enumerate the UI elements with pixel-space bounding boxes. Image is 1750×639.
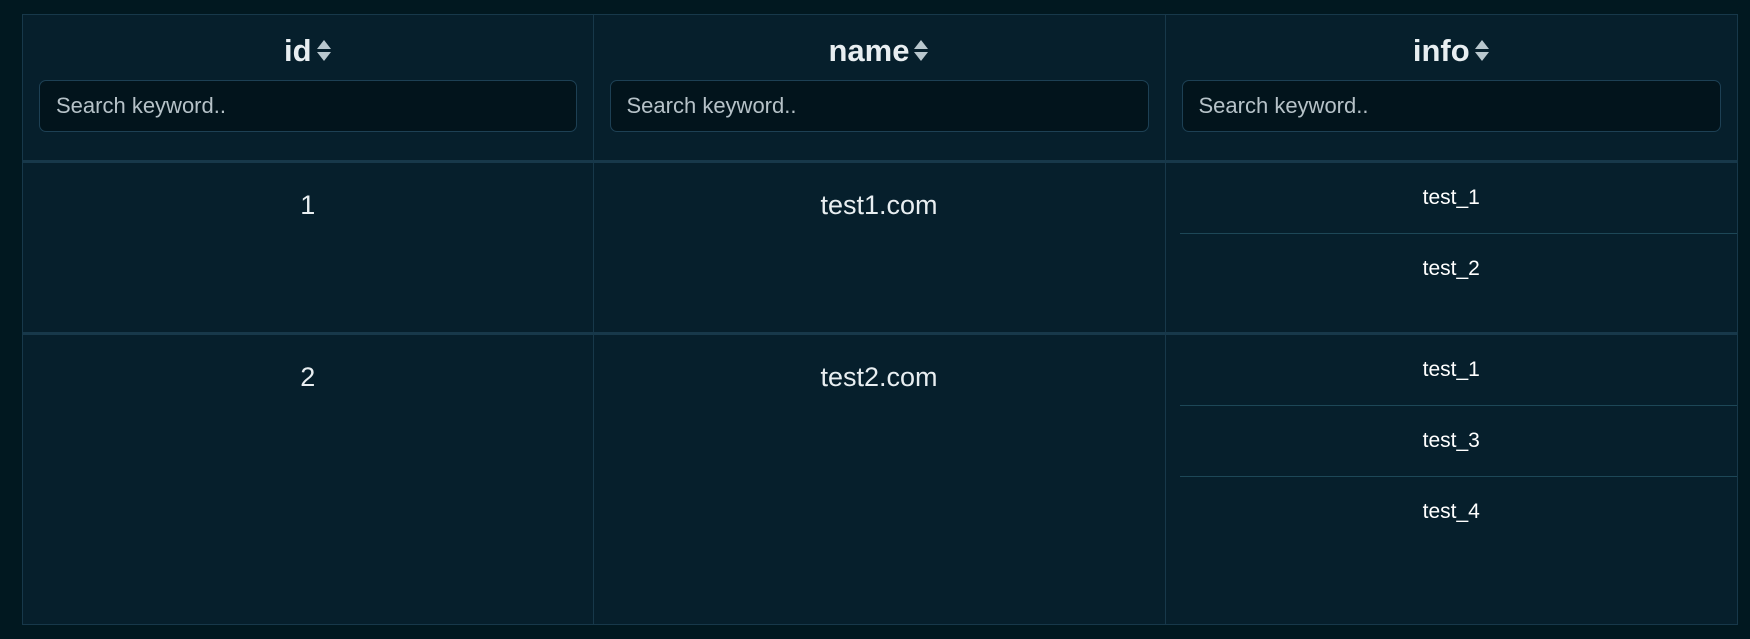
cell-info: test_1 test_2 (1165, 161, 1737, 335)
info-list-item: test_1 (1179, 163, 1737, 234)
cell-id: 1 (23, 161, 594, 335)
sort-descending-arrow-icon (914, 52, 929, 61)
cell-name: test1.com (593, 161, 1166, 335)
cell-info: test_1 test_3 test_4 (1165, 333, 1737, 624)
sort-button-info[interactable]: info (1182, 35, 1722, 66)
info-list-item: test_2 (1422, 257, 1480, 280)
cell-id-value: 2 (300, 361, 316, 392)
table-row[interactable]: 2 test2.com test_1 test_3 test_4 (23, 333, 1737, 624)
column-header-id-inner: id (23, 15, 593, 132)
sort-updown-icon[interactable] (316, 40, 332, 61)
search-input-info[interactable] (1181, 80, 1721, 132)
column-header-name-label: name (828, 33, 910, 68)
search-input-id[interactable] (39, 80, 577, 132)
sort-ascending-arrow-icon (1474, 40, 1489, 49)
cell-name: test2.com (593, 333, 1166, 624)
info-list-item: test_4 (1422, 500, 1480, 524)
column-header-info: info (1165, 15, 1738, 163)
sort-ascending-arrow-icon (316, 40, 331, 49)
column-header-id: id (23, 15, 594, 163)
sort-descending-arrow-icon (1474, 52, 1489, 61)
info-list: test_1 test_2 (1166, 163, 1737, 305)
sort-updown-icon[interactable] (1474, 40, 1490, 61)
table-head: id name (23, 15, 1738, 163)
info-list-item: test_3 (1179, 406, 1737, 477)
table-body: 1 test1.com test_1 test_2 2 test2.com te… (23, 161, 1737, 624)
sort-descending-arrow-icon (316, 52, 331, 61)
column-header-name-inner: name (594, 15, 1165, 132)
cell-name-value: test1.com (820, 189, 938, 220)
column-header-info-inner: info (1166, 15, 1738, 132)
info-list-item: test_1 (1179, 335, 1737, 406)
cell-id-value: 1 (300, 189, 316, 220)
sort-button-id[interactable]: id (39, 35, 577, 66)
data-table-container: id name (22, 14, 1738, 625)
column-header-id-label: id (283, 33, 312, 68)
table-header-row: id name (23, 15, 1738, 163)
page-root: id name (0, 0, 1750, 639)
data-table: id name (23, 15, 1737, 624)
column-header-info-label: info (1412, 33, 1470, 68)
info-list: test_1 test_3 test_4 (1166, 335, 1737, 548)
sort-button-name[interactable]: name (610, 35, 1149, 66)
sort-ascending-arrow-icon (914, 40, 929, 49)
table-row[interactable]: 1 test1.com test_1 test_2 (23, 161, 1737, 335)
column-header-name: name (593, 15, 1166, 163)
search-input-name[interactable] (609, 80, 1149, 132)
cell-name-value: test2.com (820, 361, 938, 392)
sort-updown-icon[interactable] (913, 40, 929, 61)
cell-id: 2 (23, 333, 594, 624)
